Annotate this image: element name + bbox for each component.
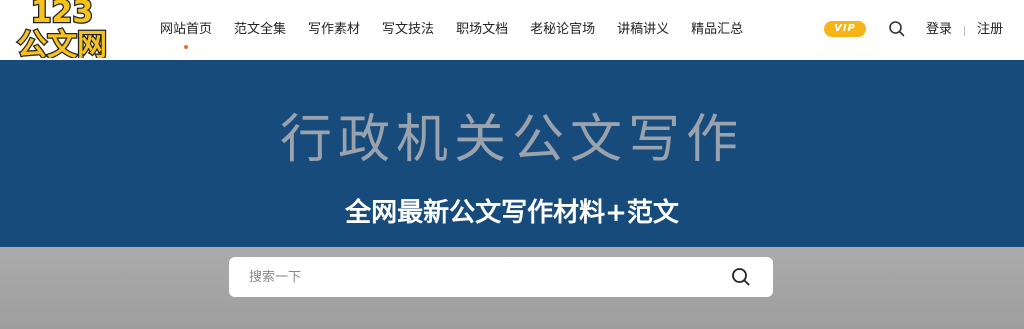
nav-item-home[interactable]: 网站首页 xyxy=(160,0,212,60)
vip-badge[interactable]: VIP xyxy=(824,21,866,37)
search-icon[interactable] xyxy=(888,20,906,38)
search-box xyxy=(229,257,773,297)
nav-item-writing-skills[interactable]: 写文技法 xyxy=(382,0,434,60)
hero-banner: 行政机关公文写作 全网最新公文写作材料+范文 xyxy=(0,60,1024,247)
nav-item-secretary-talk[interactable]: 老秘论官场 xyxy=(530,0,595,60)
search-section xyxy=(0,247,1024,329)
banner-subtitle: 全网最新公文写作材料+范文 xyxy=(345,198,679,228)
register-link[interactable]: 注册 xyxy=(977,0,1003,60)
nav-item-featured[interactable]: 精品汇总 xyxy=(691,0,743,60)
nav-item-lectures[interactable]: 讲稿讲义 xyxy=(617,0,669,60)
nav-item-workplace-docs[interactable]: 职场文档 xyxy=(456,0,508,60)
logo-text-top: 123 xyxy=(31,0,94,30)
site-header: 123 公文网 网站首页 范文全集 写作素材 写文技法 职场文档 老秘论官场 讲… xyxy=(0,0,1024,60)
search-input[interactable] xyxy=(249,257,719,297)
search-icon[interactable] xyxy=(731,267,751,287)
nav-item-materials[interactable]: 写作素材 xyxy=(308,0,360,60)
banner-title: 行政机关公文写作 xyxy=(279,110,744,170)
header-divider xyxy=(964,26,965,36)
login-link[interactable]: 登录 xyxy=(926,0,952,60)
main-nav: 网站首页 范文全集 写作素材 写文技法 职场文档 老秘论官场 讲稿讲义 精品汇总 xyxy=(160,0,765,60)
logo-text-bottom: 公文网 xyxy=(17,28,107,58)
site-logo[interactable]: 123 公文网 xyxy=(6,0,118,58)
nav-item-essays[interactable]: 范文全集 xyxy=(234,0,286,60)
